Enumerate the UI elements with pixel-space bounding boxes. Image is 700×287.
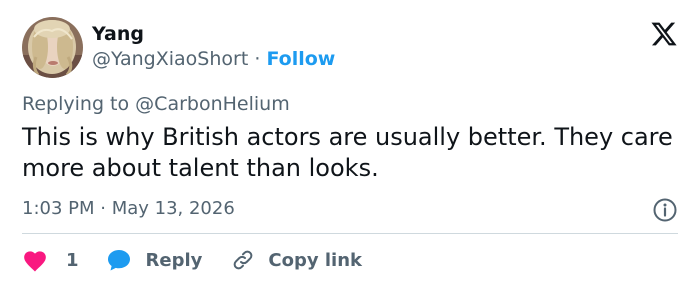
reply-button[interactable]: Reply: [106, 248, 203, 272]
heart-icon: [22, 248, 48, 272]
link-icon: [230, 248, 256, 272]
replying-prefix: Replying to: [22, 93, 130, 115]
replying-to-mention[interactable]: @CarbonHelium: [135, 93, 290, 115]
tweet-timestamp[interactable]: 1:03 PM · May 13, 2026: [22, 197, 235, 221]
embedded-tweet: Yang @YangXiaoShort · Follow Replying to…: [0, 0, 700, 287]
speech-bubble-icon: [106, 248, 132, 272]
separator-dot: ·: [254, 48, 261, 70]
copy-link-button[interactable]: Copy link: [230, 248, 362, 272]
like-button[interactable]: 1: [22, 248, 79, 272]
copy-link-label: Copy link: [268, 249, 362, 271]
reply-label: Reply: [145, 249, 203, 271]
author-name[interactable]: Yang: [92, 22, 144, 46]
like-count: 1: [66, 249, 79, 271]
avatar[interactable]: [22, 17, 83, 78]
x-logo-icon[interactable]: [650, 20, 678, 48]
reply-context: Replying to @CarbonHelium: [22, 92, 290, 116]
tweet-text: This is why British actors are usually b…: [22, 123, 673, 182]
action-bar: 1 Reply Copy link: [22, 244, 362, 276]
author-handle-row: @YangXiaoShort · Follow: [92, 47, 335, 71]
follow-button[interactable]: Follow: [266, 48, 335, 70]
info-icon[interactable]: [652, 197, 678, 223]
avatar-photo-icon: [22, 17, 83, 78]
divider: [22, 233, 678, 234]
author-handle[interactable]: @YangXiaoShort: [92, 48, 248, 70]
